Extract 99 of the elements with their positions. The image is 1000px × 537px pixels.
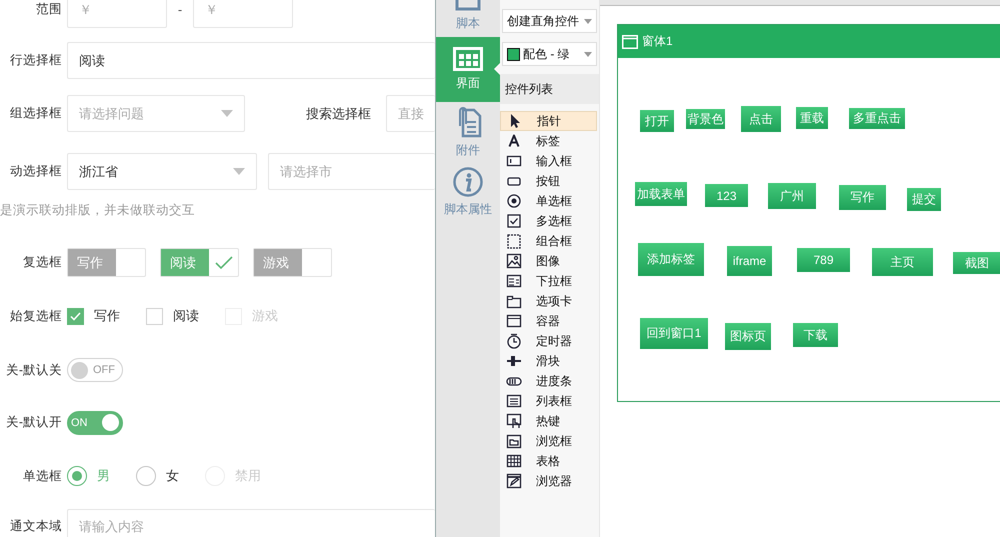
canvas-button[interactable]: 多重点击 xyxy=(849,108,905,129)
control-list-item[interactable]: 按钮 xyxy=(500,171,597,191)
timer-icon xyxy=(506,333,522,349)
toggle-switch[interactable]: ON xyxy=(67,410,123,434)
control-list-item[interactable]: 进度条 xyxy=(500,371,597,391)
control-list-item[interactable]: 组合框 xyxy=(500,231,597,251)
canvas-button[interactable]: 背景色 xyxy=(686,109,725,129)
field-label: 行选择框 xyxy=(9,52,63,69)
field-label: 动选择框 xyxy=(9,163,63,180)
control-list-item[interactable]: 表格 xyxy=(500,451,597,471)
control-list-item[interactable]: 容器 xyxy=(500,311,597,331)
checkbox-icon xyxy=(506,213,522,229)
mode-dropdown[interactable]: 创建直角控件 xyxy=(502,9,597,33)
caret-icon xyxy=(584,18,592,24)
input-field[interactable]: 阅读 xyxy=(67,42,435,79)
panel-header: 控件列表 xyxy=(500,74,599,104)
nav-tab[interactable]: 界面 xyxy=(436,37,500,102)
file-frame-icon xyxy=(506,433,522,449)
control-list-item[interactable]: 浏览框 xyxy=(500,431,597,451)
checkbox[interactable]: 阅读 xyxy=(146,307,199,325)
select-field[interactable]: 浙江省 xyxy=(67,153,257,190)
text-field-icon xyxy=(506,153,522,169)
check-icon xyxy=(70,312,81,320)
info-icon xyxy=(453,166,483,196)
input-field[interactable]: ￥ xyxy=(193,0,293,28)
canvas-button[interactable]: 主页 xyxy=(872,248,933,276)
tag-checkbox[interactable]: 游戏 xyxy=(253,248,332,277)
window-icon xyxy=(622,34,638,48)
control-list-item[interactable]: 下拉框 xyxy=(500,271,597,291)
control-list-item[interactable]: 定时器 xyxy=(500,331,597,351)
tab-icon xyxy=(506,293,522,309)
field-label: 关-默认开 xyxy=(4,414,63,431)
canvas-button[interactable]: 提交 xyxy=(907,188,941,211)
canvas-button[interactable]: iframe xyxy=(727,246,772,276)
input-field[interactable]: ￥ xyxy=(67,0,167,28)
image-icon xyxy=(506,253,522,269)
canvas-button[interactable]: 添加标签 xyxy=(638,243,704,276)
letter-icon xyxy=(506,133,522,149)
field-label: 通文本域 xyxy=(9,518,63,535)
field-label: 关-默认关 xyxy=(4,362,63,378)
tag-checkbox[interactable]: 写作 xyxy=(67,248,146,277)
control-list-item[interactable]: 多选框 xyxy=(500,211,597,231)
table-icon xyxy=(506,453,522,469)
field-label: 范围 xyxy=(35,1,63,18)
field-label: 组选择框 xyxy=(9,105,63,122)
radio-icon xyxy=(506,193,522,209)
caret-icon xyxy=(584,52,592,56)
canvas-button[interactable]: 下载 xyxy=(793,323,838,347)
control-list-item[interactable]: 标签 xyxy=(500,131,597,151)
canvas-button[interactable]: 截图 xyxy=(953,252,1000,274)
nav-tab[interactable]: 脚本 xyxy=(436,0,500,37)
nav-tab[interactable]: 脚本属性 xyxy=(436,162,500,222)
checkbox[interactable]: 写作 xyxy=(67,307,120,325)
control-list-item[interactable]: 选项卡 xyxy=(500,291,597,311)
input-field[interactable]: 直接 xyxy=(386,95,435,132)
nav-tab[interactable]: 附件 xyxy=(436,102,500,162)
canvas-button[interactable]: 广州 xyxy=(768,183,816,209)
radio-button[interactable]: 男 xyxy=(67,466,110,486)
canvas-button[interactable]: 打开 xyxy=(640,110,674,132)
input-field[interactable]: 请选择市 xyxy=(268,153,435,190)
container-icon xyxy=(506,313,522,329)
canvas-button[interactable]: 重载 xyxy=(796,107,828,129)
toggle-switch[interactable]: OFF xyxy=(67,358,123,382)
text-area[interactable]: 请输入内容 xyxy=(67,509,435,537)
slider-icon xyxy=(506,353,522,369)
field-label: 复选框 xyxy=(22,254,63,271)
field-label: 搜索选择框 xyxy=(306,104,371,122)
field-label: 单选框 xyxy=(22,468,63,484)
control-list-item[interactable]: 浏览器 xyxy=(500,471,597,491)
control-list-item[interactable]: 滑块 xyxy=(500,351,597,371)
browser-icon xyxy=(506,473,522,489)
hint-text: 是演示联动排版，并未做联动交互 xyxy=(0,202,195,218)
field-label: 始复选框 xyxy=(9,308,63,324)
canvas-button[interactable]: 加载表单 xyxy=(635,182,687,206)
tag-checkbox[interactable]: 阅读 xyxy=(160,248,239,277)
select-field[interactable]: 请选择问题 xyxy=(67,95,245,132)
canvas-button[interactable]: 123 xyxy=(705,184,748,207)
list-box-icon xyxy=(506,393,522,409)
control-list-item[interactable]: 图像 xyxy=(500,251,597,271)
control-list-item[interactable]: 输入框 xyxy=(500,151,597,171)
canvas-button[interactable]: 图标页 xyxy=(725,323,771,350)
canvas-button[interactable]: 点击 xyxy=(741,106,781,132)
control-list-item[interactable]: 热键 xyxy=(500,411,597,431)
radio-button[interactable]: 女 xyxy=(136,466,179,486)
canvas-button[interactable]: 789 xyxy=(797,248,850,272)
group-box-icon xyxy=(506,233,522,249)
control-list-item[interactable]: 单选框 xyxy=(500,191,597,211)
canvas-button[interactable]: 写作 xyxy=(839,185,886,210)
control-list-item[interactable]: 指针 xyxy=(500,111,597,131)
dropdown-icon xyxy=(506,273,522,289)
canvas-button[interactable]: 回到窗口1 xyxy=(640,318,708,349)
control-list-item[interactable]: 列表框 xyxy=(500,391,597,411)
color-scheme-dropdown[interactable]: 配色 - 绿 xyxy=(502,42,597,66)
grid-icon xyxy=(453,47,483,71)
range-separator: - xyxy=(176,2,184,17)
window-title: 窗体1 xyxy=(642,33,673,50)
caret-icon xyxy=(221,110,233,117)
caret-icon xyxy=(233,168,245,175)
check-icon xyxy=(214,256,232,270)
